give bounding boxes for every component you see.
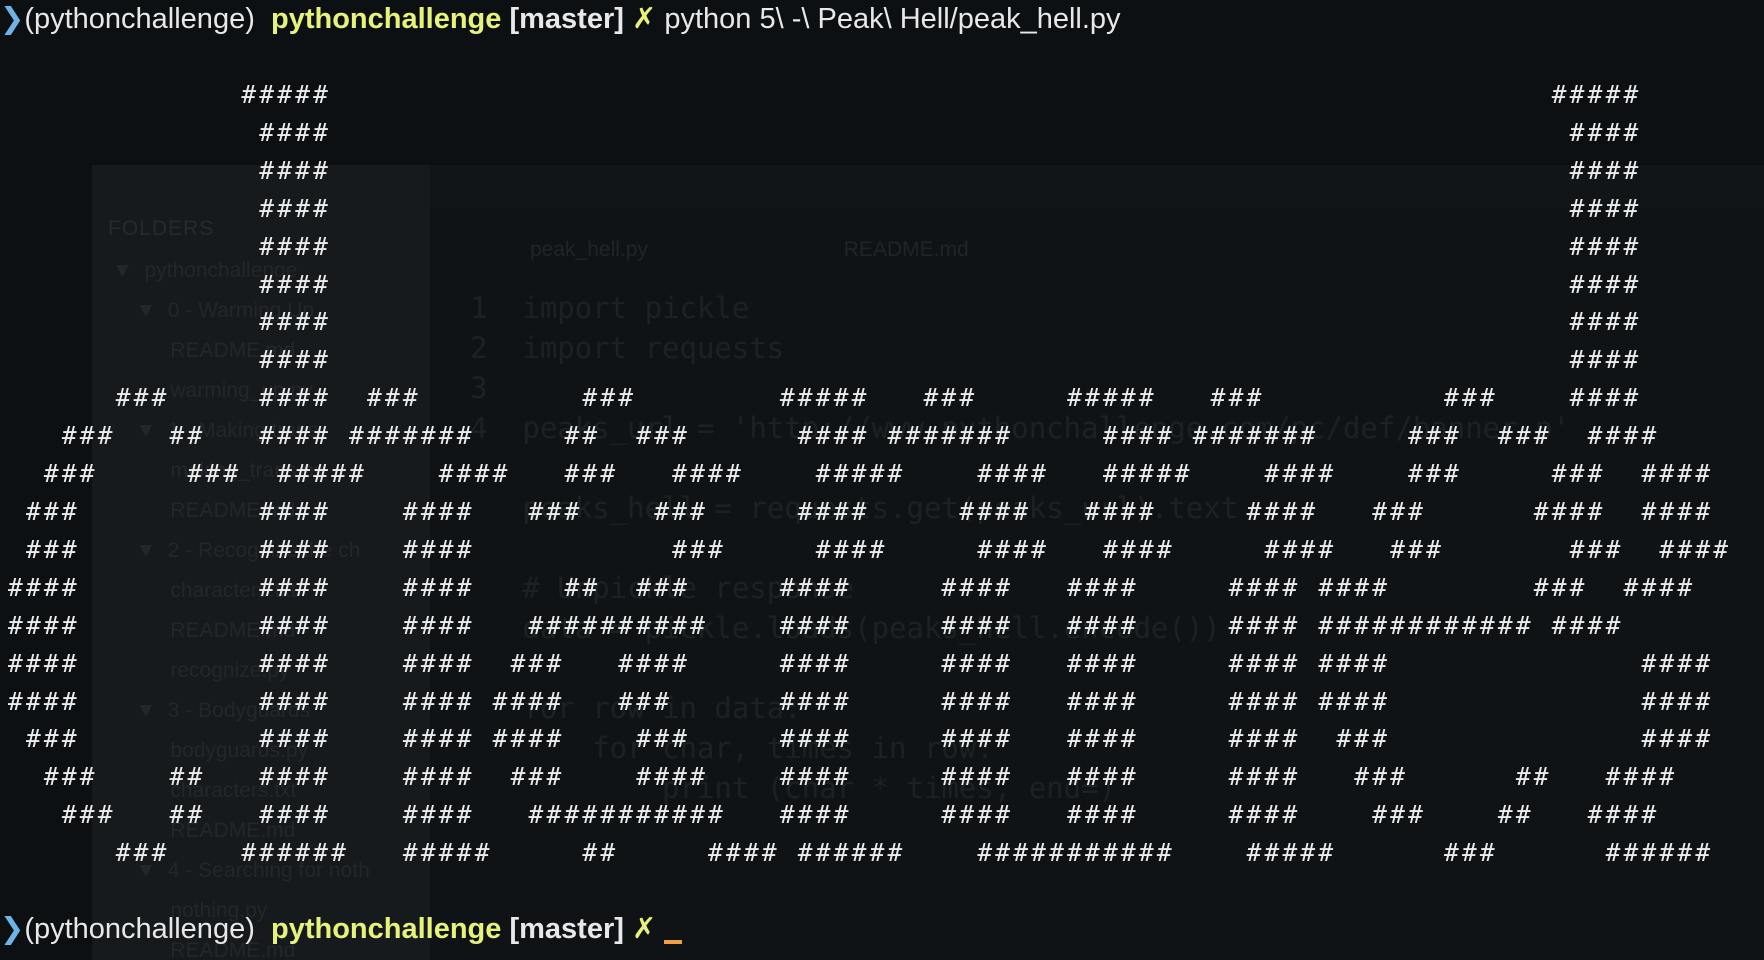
output-line: #### #### #### ########## #### #### ####…	[8, 610, 1624, 640]
output-line: ### #### #### ### ### #### #### #### ###…	[8, 496, 1714, 526]
command-prompt-line: ❯(pythonchallenge) pythonchallenge [mast…	[0, 0, 1121, 38]
git-branch: [master]	[509, 3, 624, 35]
repo-name: pythonchallenge	[270, 3, 502, 35]
text-cursor[interactable]	[664, 940, 683, 944]
output-line: ### ## #### #### ########### #### #### #…	[8, 800, 1660, 830]
output-line: ##### #####	[8, 80, 1642, 109]
output-line: #### ####	[8, 307, 1642, 337]
virtualenv-label: (pythonchallenge)	[24, 913, 255, 945]
git-dirty-icon: ✗	[631, 913, 657, 945]
output-line: ### #### #### ### #### #### #### #### ##…	[8, 534, 1732, 564]
executed-command: python 5\ -\ Peak\ Hell/peak_hell.py	[664, 3, 1121, 35]
output-line: ### #### #### #### ### #### #### #### ##…	[8, 724, 1714, 754]
output-line: #### #### #### #### ### #### #### #### #…	[8, 686, 1714, 716]
git-branch: [master]	[509, 913, 624, 945]
active-prompt-line[interactable]: ❯(pythonchallenge) pythonchallenge [mast…	[0, 910, 683, 948]
output-line: ### ###### ##### ## #### ###### ########…	[8, 838, 1714, 868]
prompt-marker-icon: ❯	[0, 3, 25, 35]
terminal-window[interactable]: ❯(pythonchallenge) pythonchallenge [mast…	[0, 0, 1764, 960]
output-line: #### ####	[8, 155, 1642, 185]
output-line: ### ## #### ####### ## ### #### ####### …	[8, 421, 1660, 451]
output-line: ### #### ### ### ##### ### ##### ### ###…	[8, 383, 1642, 413]
prompt-marker-icon: ❯	[0, 913, 25, 945]
repo-name: pythonchallenge	[270, 913, 502, 945]
output-line: #### ####	[8, 193, 1642, 223]
output-line: #### #### #### ## ### #### #### #### ###…	[8, 572, 1696, 602]
output-line: #### ####	[8, 269, 1642, 299]
output-line: #### ####	[8, 231, 1642, 261]
output-line: #### ####	[8, 345, 1642, 375]
git-dirty-icon: ✗	[631, 3, 657, 35]
output-line: #### #### #### ### #### #### #### #### #…	[8, 648, 1714, 678]
output-line: #### ####	[8, 117, 1642, 147]
output-line: ### ## #### #### ### #### #### #### ####…	[8, 762, 1678, 792]
output-line: ### ### ##### #### ### #### ##### #### #…	[8, 459, 1714, 489]
virtualenv-label: (pythonchallenge)	[24, 3, 255, 35]
program-output: ##### ##### #### #### #### #### #### ###…	[8, 76, 1731, 872]
